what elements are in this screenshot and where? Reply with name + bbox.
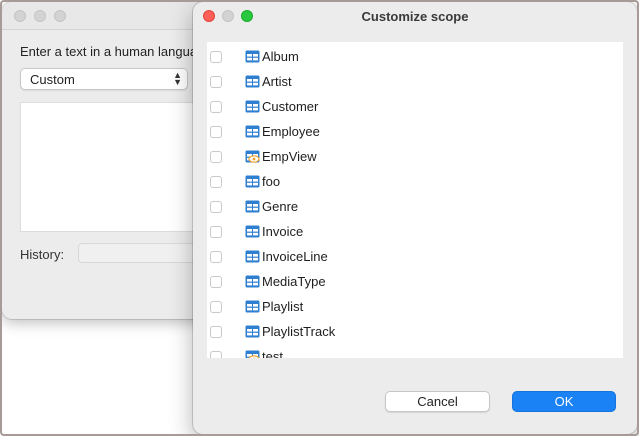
item-label: foo [262,174,281,189]
table-icon [245,175,260,188]
table-icon [245,200,260,213]
list-item[interactable]: PlaylistTrack [207,320,623,345]
table-icon [245,275,260,288]
customize-scope-dialog: Customize scope Album Artist Customer Emplo… [193,2,637,434]
item-label: EmpView [262,149,317,164]
item-label: MediaType [262,274,326,289]
list-item[interactable]: InvoiceLine [207,245,623,270]
item-label: Genre [262,199,299,214]
mode-select[interactable]: Custom ▲ ▼ [20,68,188,90]
list-item[interactable]: Album [207,45,623,70]
view-icon [245,350,260,358]
item-checkbox[interactable] [210,351,222,358]
table-icon [245,300,260,313]
item-label: Playlist [262,299,304,314]
table-icon [245,125,260,138]
item-label: Invoice [262,224,304,239]
zoom-button-inactive[interactable] [54,10,66,22]
list-item[interactable]: Customer [207,95,623,120]
history-field[interactable] [78,243,208,263]
dialog-title: Customize scope [361,9,469,24]
dialog-titlebar: Customize scope [193,2,637,30]
item-label: Employee [262,124,320,139]
close-button-inactive[interactable] [14,10,26,22]
ok-button[interactable]: OK [512,391,616,412]
table-icon [245,250,260,263]
list-item[interactable]: Genre [207,195,623,220]
list-item[interactable]: Playlist [207,295,623,320]
list-item[interactable]: foo [207,170,623,195]
item-checkbox[interactable] [210,201,222,213]
item-label: Artist [262,74,292,89]
cancel-button[interactable]: Cancel [385,391,490,412]
table-icon [245,100,260,113]
minimize-button-inactive[interactable] [34,10,46,22]
item-checkbox[interactable] [210,126,222,138]
item-checkbox[interactable] [210,151,222,163]
item-checkbox[interactable] [210,276,222,288]
item-label: Album [262,49,299,64]
item-checkbox[interactable] [210,176,222,188]
item-checkbox[interactable] [210,326,222,338]
table-icon [245,75,260,88]
table-icon [245,325,260,338]
list-item[interactable]: EmpView [207,145,623,170]
prompt-label: Enter a text in a human languag [20,44,205,59]
view-icon [245,150,260,163]
list-item[interactable]: Artist [207,70,623,95]
item-checkbox[interactable] [210,251,222,263]
item-label: PlaylistTrack [262,324,336,339]
list-item[interactable]: MediaType [207,270,623,295]
list-item[interactable]: Invoice [207,220,623,245]
table-icon [245,50,260,63]
item-label: InvoiceLine [262,249,328,264]
item-label: test [262,349,283,358]
query-textarea[interactable] [20,102,200,232]
chevron-updown-icon: ▲ ▼ [173,70,182,87]
mode-select-value: Custom [30,72,75,87]
table-icon [245,225,260,238]
item-checkbox[interactable] [210,76,222,88]
item-checkbox[interactable] [210,301,222,313]
history-label: History: [20,247,65,262]
list-item[interactable]: Employee [207,120,623,145]
item-checkbox[interactable] [210,101,222,113]
item-checkbox[interactable] [210,226,222,238]
list-item[interactable]: test [207,345,623,358]
scope-list[interactable]: Album Artist Customer Employee EmpView foo Gen… [207,42,623,358]
item-checkbox[interactable] [210,51,222,63]
item-label: Customer [262,99,319,114]
